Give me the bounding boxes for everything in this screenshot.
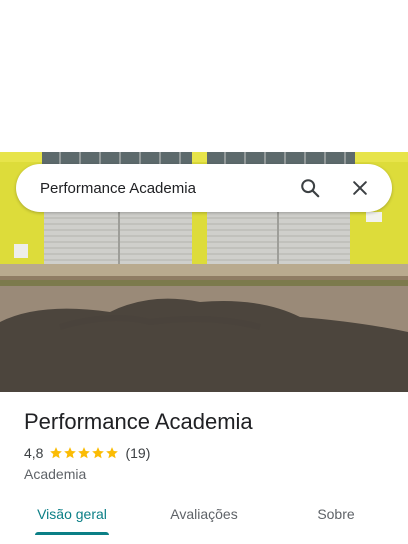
search-bar[interactable]: Performance Academia [16, 164, 392, 212]
active-tab-indicator [35, 532, 109, 535]
tab-bar: Visão geral Avaliações Sobre [0, 494, 408, 544]
search-input[interactable]: Performance Academia [40, 180, 292, 197]
place-category[interactable]: Academia [24, 465, 86, 483]
star-rating [49, 446, 119, 460]
rating-row[interactable]: 4,8 (19) [24, 444, 150, 462]
close-icon [353, 181, 367, 195]
tab-overview[interactable]: Visão geral [24, 494, 120, 534]
star-icon [64, 447, 77, 459]
tab-about[interactable]: Sobre [288, 494, 384, 534]
star-icon [92, 447, 105, 459]
star-icon [78, 447, 91, 459]
search-button[interactable] [292, 170, 328, 206]
star-icon [106, 447, 119, 459]
search-icon [301, 179, 320, 198]
rating-value: 4,8 [24, 445, 44, 461]
close-button[interactable] [342, 170, 378, 206]
tab-reviews[interactable]: Avaliações [156, 494, 252, 534]
star-icon [50, 447, 63, 459]
place-title: Performance Academia [24, 409, 253, 434]
review-count[interactable]: (19) [125, 444, 150, 462]
